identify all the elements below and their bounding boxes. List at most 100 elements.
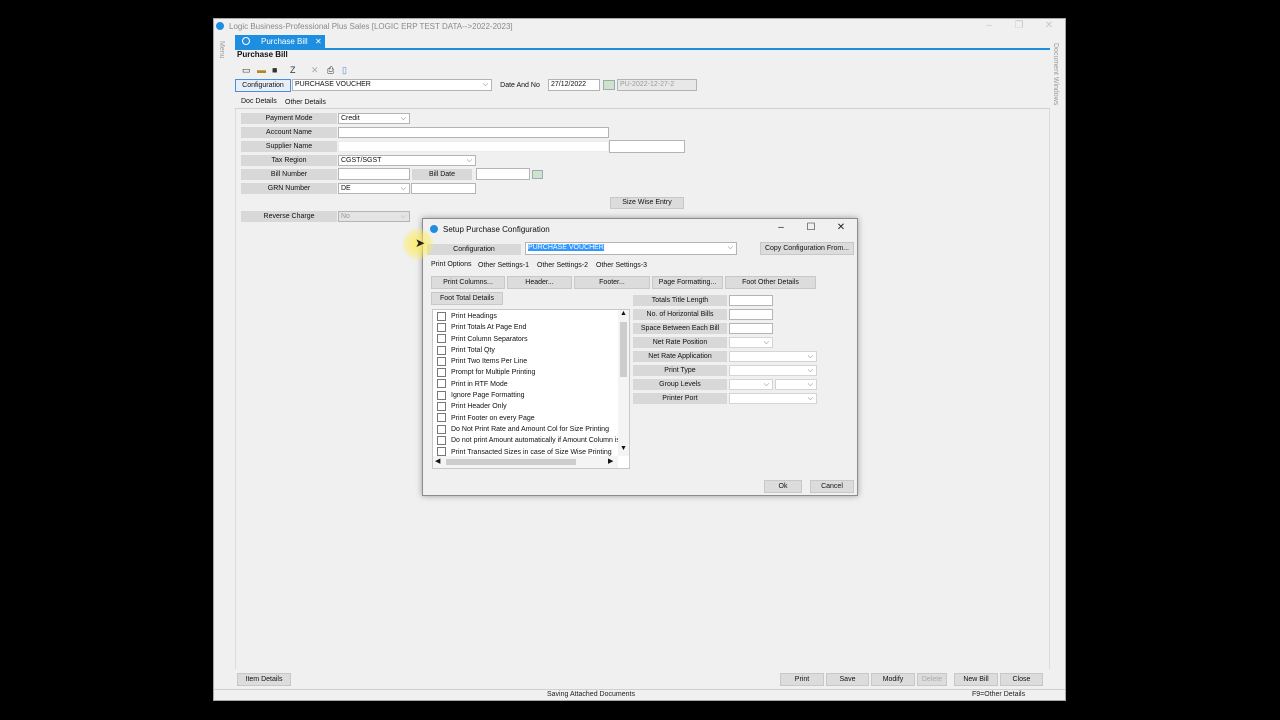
page-formatting-button[interactable]: Page Formatting... [652,276,723,289]
checkbox-label: Print Total Qty [451,346,495,354]
modify-button[interactable]: Modify [871,673,915,686]
checkbox-item[interactable]: Do Not Print Rate and Amount Col for Siz… [433,424,619,435]
tab-print-options[interactable]: Print Options [431,261,471,268]
copy-configuration-button[interactable]: Copy Configuration From... [760,242,854,255]
checkbox-list: Print Headings Print Totals At Page End Pr… [433,311,620,458]
tab-doc-details[interactable]: Doc Details [241,98,277,105]
dialog-maximize-button[interactable]: ☐ [804,222,818,233]
net-rate-position-select[interactable]: ⌵ [729,337,773,348]
checkbox-item[interactable]: Print in RTF Mode [433,379,619,390]
open-folder-icon[interactable]: ▬ [257,65,266,75]
scroll-right-icon[interactable]: ▶ [608,457,613,465]
horizontal-bills-input[interactable] [729,309,773,320]
checkbox-icon[interactable] [437,413,446,423]
document-icon[interactable]: ▯ [342,65,347,76]
checkbox-item[interactable]: Print Column Separators [433,334,619,345]
tab-globe-icon [242,37,250,45]
checkbox-item[interactable]: Print Totals At Page End [433,322,619,333]
checkbox-item[interactable]: Print Headings [433,311,619,322]
close-button[interactable]: Close [1000,673,1043,686]
scroll-left-icon[interactable]: ◀ [435,457,440,465]
tab-other-settings-3[interactable]: Other Settings-3 [596,262,647,269]
minimize-button[interactable]: – [982,20,996,31]
checkbox-icon[interactable] [437,322,446,332]
checkbox-item[interactable]: Prompt for Multiple Printing [433,367,619,378]
tab-other-settings-2[interactable]: Other Settings-2 [537,262,588,269]
item-details-button[interactable]: Item Details [237,673,291,686]
print-options-list[interactable]: Print Headings Print Totals At Page End Pr… [432,309,630,469]
dialog-minimize-button[interactable]: – [774,222,788,233]
mouse-pointer-icon: ➤ [415,236,426,250]
print-button[interactable]: Print [780,673,824,686]
dialog-icon [430,225,438,233]
space-between-bill-input[interactable] [729,323,773,334]
net-rate-application-select[interactable]: ⌵ [729,351,817,362]
vertical-scrollbar[interactable]: ▲ ▼ [618,310,629,456]
foot-other-details-button[interactable]: Foot Other Details [725,276,816,289]
horizontal-scrollbar[interactable]: ◀ ▶ [433,456,618,468]
dialog-configuration-select[interactable]: PURCHASE VOUCHER ⌵ [525,242,737,255]
checkbox-icon[interactable] [437,390,446,400]
delete-icon[interactable]: ✕ [311,65,319,76]
checkbox-item[interactable]: Print Total Qty [433,345,619,356]
checkbox-icon[interactable] [437,345,446,355]
tab-other-settings-1[interactable]: Other Settings-1 [478,262,529,269]
checkbox-label: Print Header Only [451,403,507,411]
checkbox-item[interactable]: Do not print Amount automatically if Amo… [433,435,620,446]
checkbox-icon[interactable] [437,379,446,389]
save-icon[interactable]: ■ [272,65,277,75]
checkbox-item[interactable]: Ignore Page Formatting [433,390,619,401]
dialog-close-button[interactable]: ✕ [834,222,848,233]
tab-underline [235,48,1050,50]
checkbox-label: Prompt for Multiple Printing [451,369,536,377]
new-icon[interactable]: ▭ [242,65,251,76]
checkbox-icon[interactable] [437,368,446,378]
chevron-down-icon: ⌵ [807,367,813,374]
calendar-icon[interactable] [603,80,615,90]
date-field[interactable]: 27/12/2022 [548,79,600,91]
footer-button[interactable]: Footer... [574,276,650,289]
menu-strip[interactable]: Menu [218,41,225,59]
checkbox-icon[interactable] [437,334,446,344]
print-icon[interactable]: ⎙ [327,65,334,76]
checkbox-item[interactable]: Print Header Only [433,401,619,412]
cancel-button[interactable]: Cancel [810,480,854,493]
new-bill-button[interactable]: New Bill [954,673,998,686]
printer-port-select[interactable]: ⌵ [729,393,817,404]
zoom-icon[interactable]: Z [290,65,296,75]
configuration-button[interactable]: Configuration [235,79,291,92]
h-scroll-thumb[interactable] [446,459,576,465]
configuration-select[interactable]: PURCHASE VOUCHER ⌵ [292,79,492,91]
print-columns-button[interactable]: Print Columns... [431,276,505,289]
scroll-up-icon[interactable]: ▲ [620,310,627,317]
checkbox-icon[interactable] [437,311,446,321]
ok-button[interactable]: Ok [764,480,802,493]
tab-purchase-bill[interactable]: Purchase Bill ✕ [235,35,325,48]
chevron-down-icon: ⌵ [482,81,488,88]
checkbox-icon[interactable] [437,402,446,412]
tab-close-icon[interactable]: ✕ [315,35,322,48]
checkbox-icon[interactable] [437,424,446,434]
header-button[interactable]: Header... [507,276,572,289]
restore-button[interactable]: ❐ [1012,20,1026,31]
checkbox-label: Print Headings [451,313,497,320]
chevron-down-icon: ⌵ [807,353,813,360]
group-levels-extra-select[interactable]: ⌵ [775,379,817,390]
totals-title-length-label: Totals Title Length [633,295,727,306]
close-window-button[interactable]: ✕ [1042,20,1056,31]
checkbox-icon[interactable] [437,356,446,366]
checkbox-icon[interactable] [437,447,446,457]
document-windows-strip[interactable]: Document Windows [1052,43,1059,105]
scroll-down-icon[interactable]: ▼ [620,445,627,452]
checkbox-icon[interactable] [437,435,446,445]
checkbox-item[interactable]: Print Two Items Per Line [433,356,619,367]
group-levels-select[interactable]: ⌵ [729,379,773,390]
print-type-select[interactable]: ⌵ [729,365,817,376]
totals-title-length-input[interactable] [729,295,773,306]
foot-total-details-button[interactable]: Foot Total Details [431,292,503,305]
save-button[interactable]: Save [826,673,869,686]
checkbox-item[interactable]: Print Footer on every Page [433,413,619,424]
checkbox-label: Print Footer on every Page [451,414,535,422]
scroll-thumb[interactable] [620,322,627,377]
tab-other-details[interactable]: Other Details [285,99,326,106]
